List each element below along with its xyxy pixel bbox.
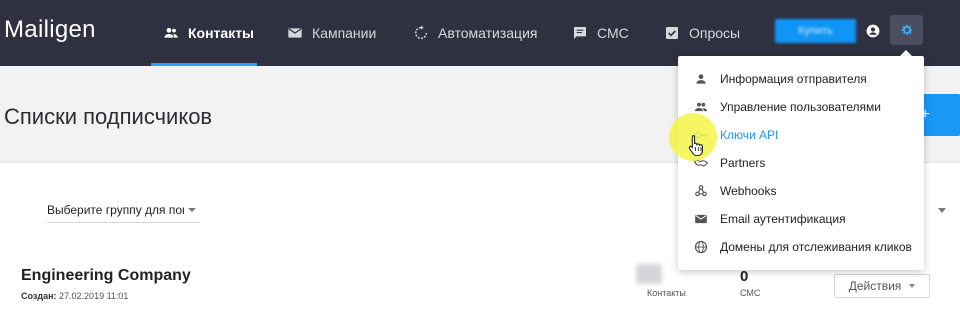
mail-icon: [288, 28, 302, 38]
menu-item-partners[interactable]: Partners: [678, 149, 924, 177]
created-label: Создан:: [21, 291, 57, 301]
checkbox-icon: [666, 27, 678, 39]
webhook-icon: [695, 185, 707, 197]
actions-label: Действия: [848, 279, 902, 293]
page-title: Списки подписчиков: [4, 104, 213, 129]
user-icon[interactable]: [866, 24, 880, 38]
menu-item-email-auth[interactable]: Email аутентификация: [678, 205, 924, 233]
email-icon: [695, 214, 707, 224]
group-select[interactable]: Выберите группу для пока: [47, 203, 200, 223]
menu-item-user-management[interactable]: Управление пользователями: [678, 93, 924, 121]
menu-item-label: Partners: [720, 156, 766, 170]
menu-item-label: Информация отправителя: [720, 72, 867, 86]
settings-button[interactable]: [890, 15, 923, 45]
menu-item-label: Управление пользователями: [720, 100, 881, 114]
contacts-stat-label: Контакты: [647, 288, 686, 298]
gear-icon: [901, 24, 912, 35]
person-icon: [696, 74, 706, 84]
nav-campaigns[interactable]: Кампании: [287, 0, 376, 66]
contacts-count-blurred: [636, 264, 662, 284]
sms-stat-value: 0: [740, 268, 749, 285]
sms-stat-label: СМС: [740, 288, 761, 298]
nav-sms[interactable]: СМС: [572, 0, 629, 66]
nav-automation-label: Автоматизация: [438, 25, 538, 41]
app-logo[interactable]: Mailigen: [4, 16, 96, 44]
refresh-icon: [414, 25, 428, 40]
chevron-down-icon[interactable]: [938, 208, 946, 213]
menu-item-sender-info[interactable]: Информация отправителя: [678, 65, 924, 93]
contacts-icon: [164, 28, 178, 38]
menu-item-label: Домены для отслеживания кликов: [720, 240, 912, 254]
nav-contacts-label: Контакты: [188, 25, 255, 41]
group-select-value: Выберите группу для пока: [47, 203, 184, 217]
chevron-down-icon: [909, 284, 916, 288]
nav-surveys-label: Опросы: [689, 25, 741, 41]
hand-pointer-icon: [688, 135, 703, 156]
menu-item-label: Ключи API: [720, 128, 779, 142]
menu-item-label: Webhooks: [720, 184, 777, 198]
actions-dropdown-button[interactable]: Действия: [834, 274, 930, 298]
nav-sms-label: СМС: [597, 25, 629, 41]
created-value: 27.02.2019 11:01: [59, 291, 129, 301]
menu-item-webhooks[interactable]: Webhooks: [678, 177, 924, 205]
sms-icon: [574, 27, 586, 39]
nav-automation[interactable]: Автоматизация: [413, 0, 537, 66]
list-name[interactable]: Engineering Company: [21, 267, 191, 285]
menu-item-label: Email аутентификация: [720, 212, 846, 226]
people-icon: [694, 102, 708, 112]
nav-contacts[interactable]: Контакты: [163, 0, 254, 66]
add-list-button[interactable]: +: [918, 94, 960, 136]
list-created-date: Создан: 27.02.2019 11:01: [21, 291, 128, 301]
globe-icon: [694, 240, 708, 254]
menu-item-click-tracking-domains[interactable]: Домены для отслеживания кликов: [678, 233, 924, 261]
upgrade-button[interactable]: Купить: [775, 19, 856, 43]
settings-dropdown-menu: Информация отправителя Управление пользо…: [678, 56, 924, 270]
chevron-down-icon: [188, 208, 196, 212]
nav-campaigns-label: Кампании: [312, 25, 377, 41]
